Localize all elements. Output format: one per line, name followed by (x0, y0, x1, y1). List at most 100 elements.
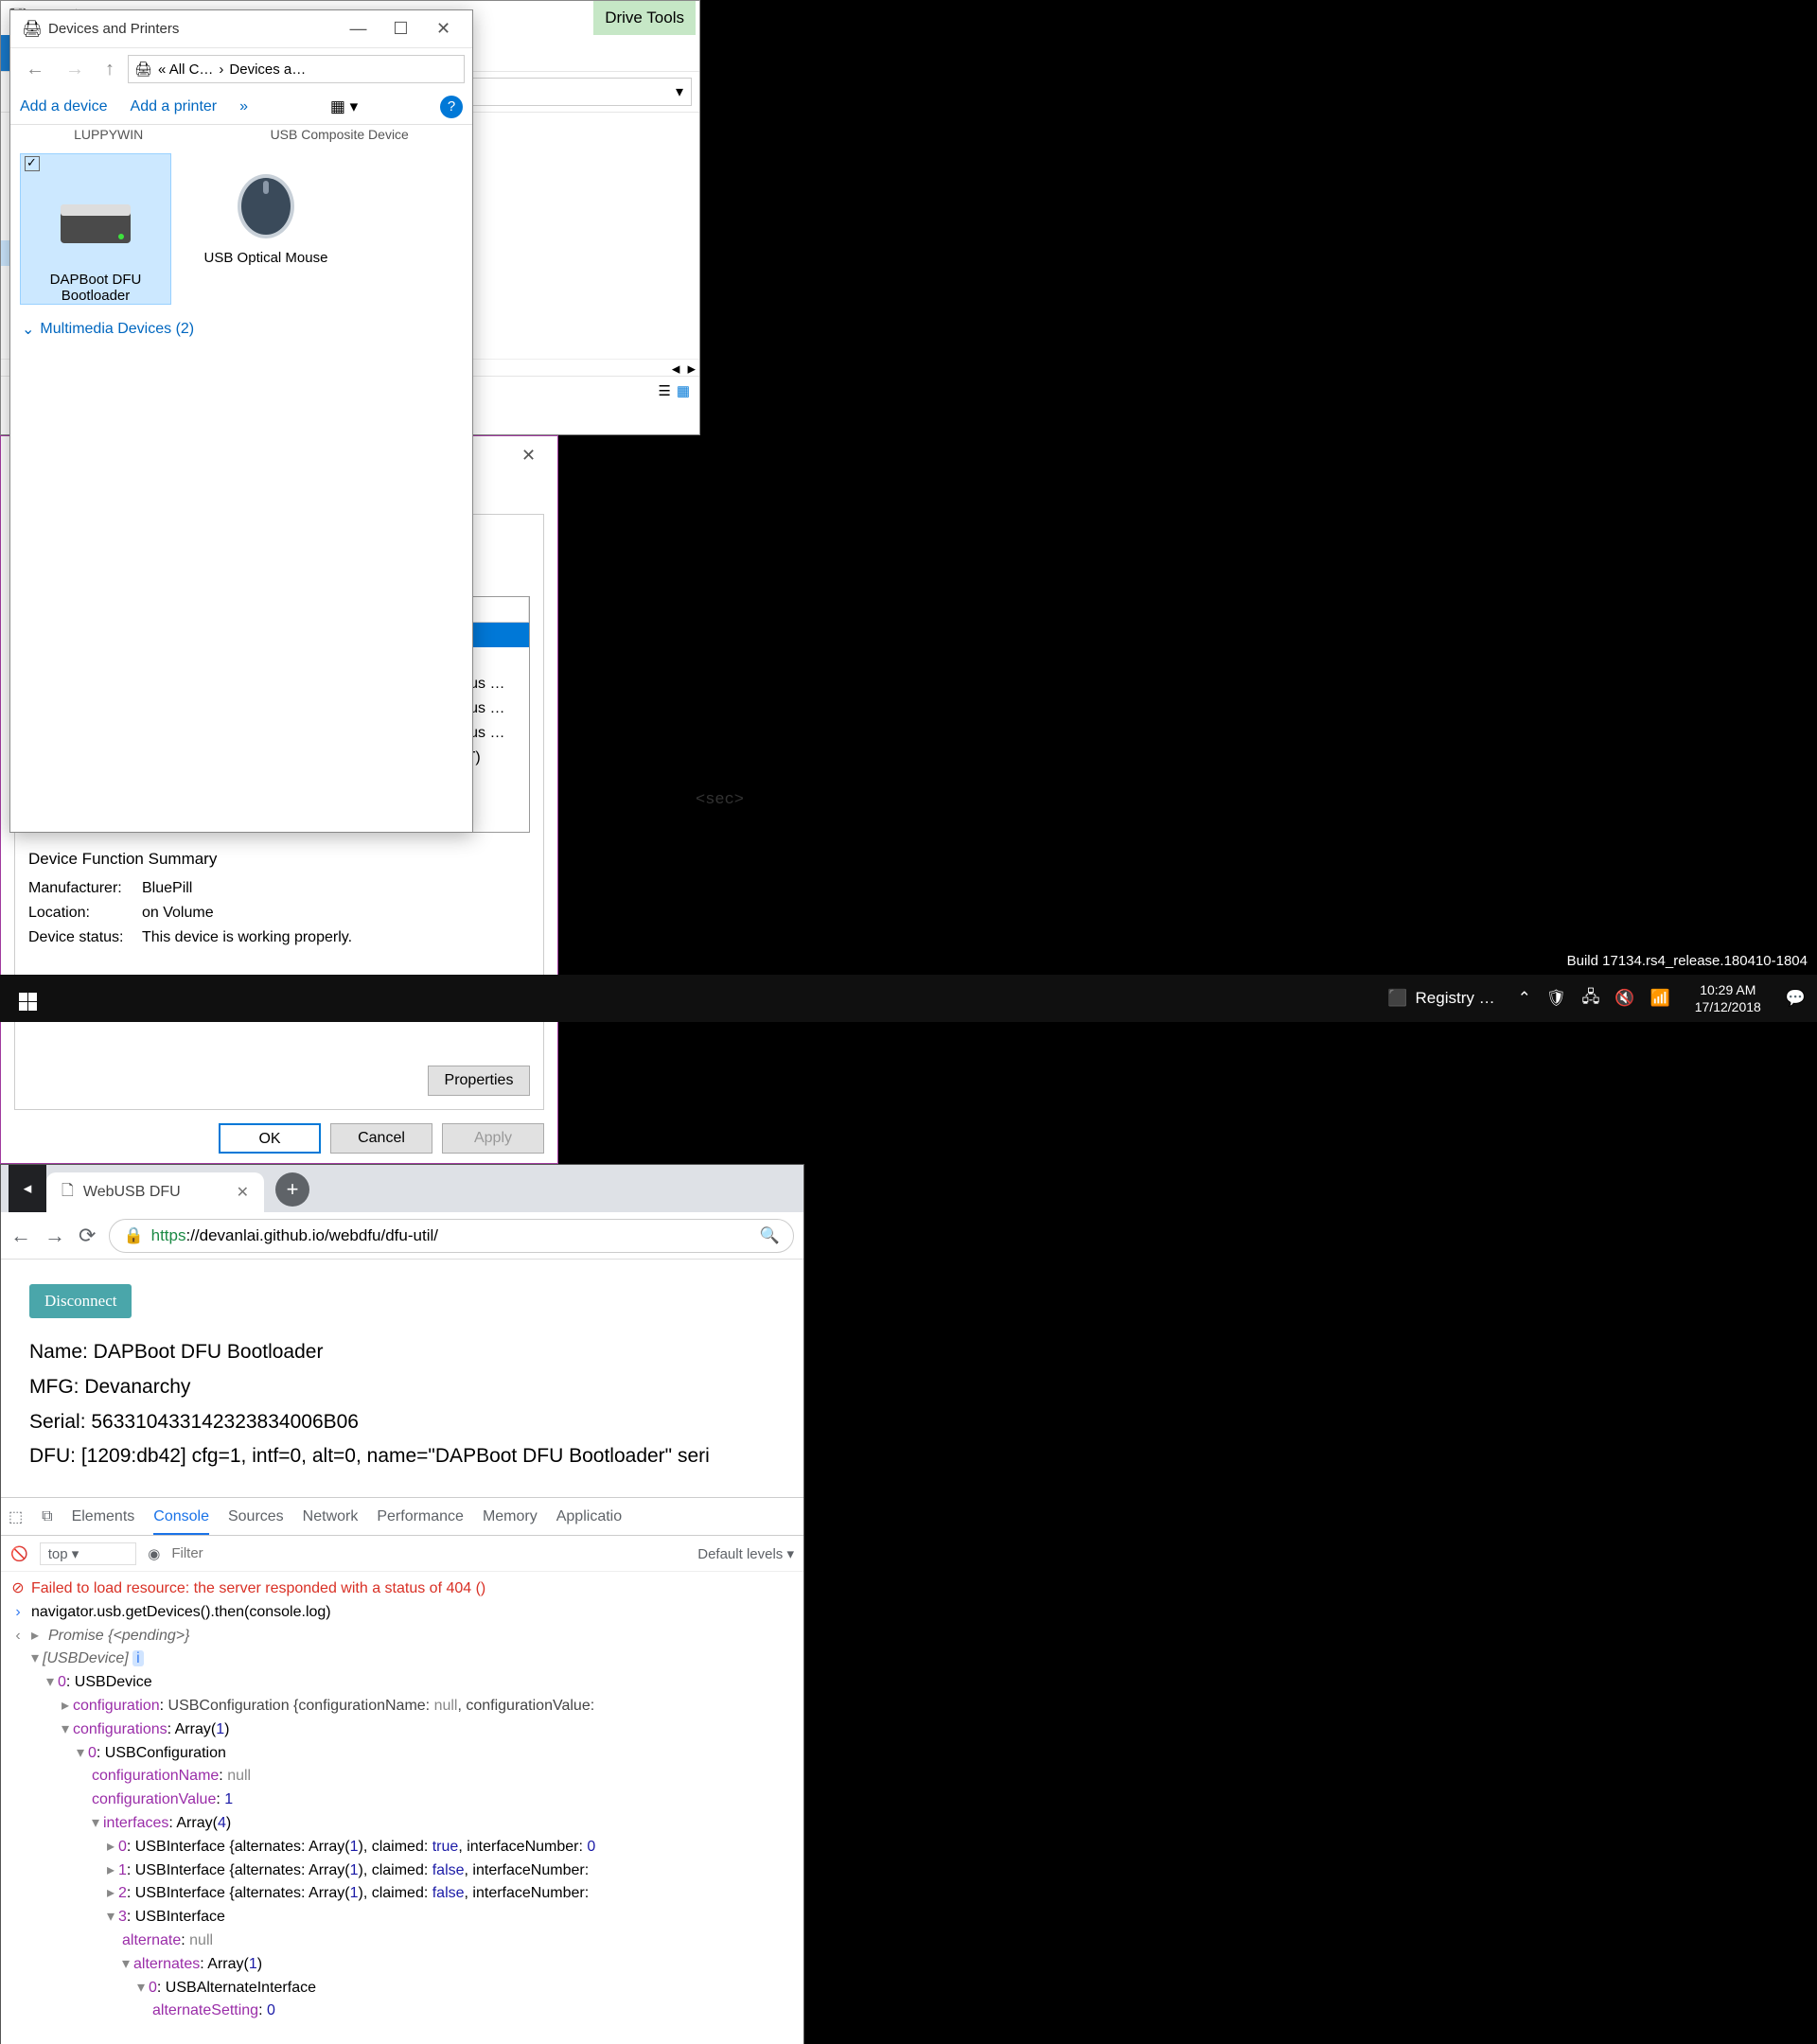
address-bar[interactable]: 🔒 https://devanlai.github.io/webdfu/dfu-… (109, 1219, 794, 1253)
folder-icon: 🖨 (134, 61, 152, 78)
status-value: This device is working properly. (142, 929, 352, 946)
tab-elements[interactable]: Elements (72, 1508, 135, 1525)
taskbar-app[interactable]: ⬛ Registry … (1376, 975, 1506, 1022)
tab-search-icon[interactable]: ◂ (9, 1165, 46, 1212)
tab-memory[interactable]: Memory (483, 1508, 538, 1525)
console-toolbar: 🚫 top ▾ ◉ Default levels ▾ (1, 1536, 803, 1572)
filter-input[interactable] (171, 1545, 686, 1561)
lock-icon[interactable]: 🔒 (123, 1226, 143, 1245)
wifi-icon[interactable]: 📶 (1650, 989, 1670, 1008)
mfr-value: BluePill (142, 880, 192, 897)
breadcrumb[interactable]: 🖨 « All C… › Devices a… (128, 55, 465, 83)
category-header[interactable]: ⌄ Multimedia Devices (2) (10, 314, 472, 344)
start-button[interactable] (0, 987, 55, 1011)
titlebar[interactable]: 🖨 Devices and Printers — ☐ ✕ (10, 10, 472, 48)
tab-application[interactable]: Applicatio (556, 1508, 622, 1525)
sec-text: <sec> (696, 791, 744, 809)
url-text: ://devanlai.github.io/webdfu/dfu-util/ (185, 1226, 438, 1244)
maximize-button[interactable]: ☐ (379, 11, 422, 46)
mfr-label: Manufacturer: (28, 880, 142, 897)
output-icon: ‹ (10, 1625, 26, 1648)
status-label: Device status: (28, 929, 142, 946)
clock[interactable]: 10:29 AM 17/12/2018 (1685, 981, 1771, 1015)
window-title: Devices and Printers (48, 21, 337, 37)
overflow-button[interactable]: » (239, 98, 248, 115)
forward-button[interactable]: → (58, 59, 92, 80)
tab-title: WebUSB DFU (83, 1184, 181, 1201)
inspect-icon[interactable]: ⬚ (9, 1507, 23, 1526)
search-icon[interactable]: 🔍 (760, 1226, 780, 1245)
disconnect-button[interactable]: Disconnect (29, 1284, 132, 1318)
device-dapboot[interactable]: DAPBoot DFU Bootloader (20, 153, 171, 305)
help-icon[interactable]: ? (440, 96, 463, 118)
error-icon: ⊘ (10, 1577, 26, 1601)
console-error: Failed to load resource: the server resp… (31, 1577, 485, 1601)
forward-button[interactable]: → (44, 1224, 65, 1248)
build-watermark: Build 17134.rs4_release.180410-1804 (1567, 953, 1808, 969)
device-label: USB Composite Device (271, 127, 409, 142)
add-device-button[interactable]: Add a device (20, 98, 108, 115)
taskbar[interactable]: Build 17134.rs4_release.180410-1804 ⬛ Re… (0, 975, 1817, 1022)
drive-tools-tab[interactable]: Drive Tools (593, 1, 696, 35)
eye-icon[interactable]: ◉ (148, 1545, 160, 1562)
nav-bar: ← → ↑ 🖨 « All C… › Devices a… (10, 48, 472, 90)
browser-tab[interactable]: 🗋 WebUSB DFU ✕ (46, 1172, 264, 1212)
dialog-buttons: OK Cancel Apply (1, 1123, 557, 1167)
device-serial: Serial: 563310433142323834006B06 (29, 1405, 775, 1440)
back-button[interactable]: ← (10, 1224, 31, 1248)
new-tab-button[interactable]: + (275, 1172, 309, 1207)
device-mode-icon[interactable]: ⧉ (42, 1508, 52, 1525)
tab-strip: ◂ 🗋 WebUSB DFU ✕ + (1, 1165, 803, 1212)
tab-performance[interactable]: Performance (377, 1508, 464, 1525)
device-name: Name: DAPBoot DFU Bootloader (29, 1335, 775, 1370)
tab-sources[interactable]: Sources (228, 1508, 284, 1525)
cancel-button[interactable]: Cancel (330, 1123, 432, 1154)
security-icon[interactable]: 🛡 (1546, 989, 1567, 1008)
properties-button[interactable]: Properties (428, 1066, 530, 1096)
notifications-icon[interactable]: 💬 (1786, 989, 1806, 1008)
device-mfg: MFG: Devanarchy (29, 1370, 775, 1405)
tab-console[interactable]: Console (153, 1508, 209, 1535)
up-button[interactable]: ↑ (97, 59, 122, 80)
devices-grid: DAPBoot DFU Bootloader USB Optical Mouse (10, 144, 472, 314)
devtools: ⬚ ⧉ Elements Console Sources Network Per… (1, 1497, 803, 2029)
console-line: Promise {<pending>} (48, 1625, 189, 1648)
volume-icon[interactable]: 🔇 (1614, 989, 1634, 1008)
context-selector[interactable]: top ▾ (40, 1542, 137, 1565)
devtools-tabs: ⬚ ⧉ Elements Console Sources Network Per… (1, 1498, 803, 1536)
chevron-down-icon: ⌄ (22, 320, 34, 339)
command-bar: Add a device Add a printer » ▦ ▾ ? (10, 90, 472, 125)
view-details-icon[interactable]: ☰ (658, 382, 670, 399)
clear-icon[interactable]: 🚫 (10, 1545, 28, 1562)
checkbox-icon[interactable] (25, 156, 40, 171)
windows-icon (19, 993, 37, 1011)
device-label: USB Optical Mouse (190, 250, 342, 266)
app-icon: ⬛ (1387, 989, 1407, 1008)
drive-icon (44, 181, 148, 266)
summary-title: Device Function Summary (28, 850, 530, 869)
device-mouse[interactable]: USB Optical Mouse (190, 153, 342, 305)
apply-button[interactable]: Apply (442, 1123, 544, 1154)
close-button[interactable]: ✕ (507, 438, 550, 473)
chevron-up-icon[interactable]: ⌃ (1518, 989, 1531, 1008)
loc-value: on Volume (142, 905, 214, 922)
tab-network[interactable]: Network (303, 1508, 359, 1525)
reload-button[interactable]: ⟳ (79, 1224, 96, 1248)
network-icon[interactable]: 🖧 (1581, 985, 1599, 1013)
system-tray[interactable]: ⌃ 🛡 🖧 🔇 📶 10:29 AM 17/12/2018 💬 (1507, 981, 1817, 1015)
view-icons-icon[interactable]: ▦ (677, 382, 690, 399)
input-icon: › (10, 1601, 26, 1625)
minimize-button[interactable]: — (337, 11, 379, 46)
add-printer-button[interactable]: Add a printer (131, 98, 218, 115)
dropdown-icon[interactable]: ▾ (676, 82, 683, 101)
view-options-icon[interactable]: ▦ ▾ (330, 97, 358, 116)
function-summary: Device Function Summary Manufacturer:Blu… (28, 850, 530, 950)
console-output[interactable]: ⊘Failed to load resource: the server res… (1, 1572, 803, 2029)
page-content: Disconnect Name: DAPBoot DFU Bootloader … (1, 1260, 803, 1497)
levels-selector[interactable]: Default levels ▾ (697, 1545, 794, 1562)
close-tab-icon[interactable]: ✕ (237, 1183, 249, 1202)
back-button[interactable]: ← (18, 59, 52, 80)
close-button[interactable]: ✕ (422, 11, 465, 46)
ok-button[interactable]: OK (219, 1123, 321, 1154)
devices-printers-window: 🖨 Devices and Printers — ☐ ✕ ← → ↑ 🖨 « A… (9, 9, 473, 833)
